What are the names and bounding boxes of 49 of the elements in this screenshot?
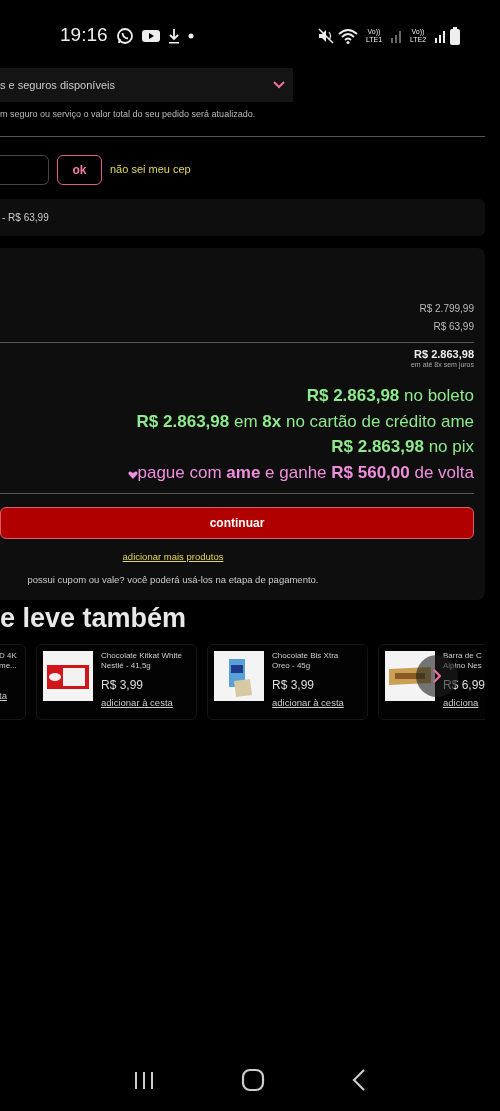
status-time: 19:16: [60, 23, 108, 48]
home-icon: [241, 1068, 265, 1092]
chevron-down-icon: [273, 81, 285, 89]
product-name: Barra de C Alpino Nes: [443, 650, 483, 671]
product-name: Chocolate Bis Xtra Oreo - 45g: [272, 650, 340, 671]
product-price: R$ 6,99: [443, 676, 485, 694]
info-note: m seguro ou serviço o valor total do seu pedido será atualizado.: [0, 108, 257, 121]
subtotal-value: R$ 2.799,99: [419, 301, 474, 316]
total-value: R$ 2.863,98: [414, 347, 474, 360]
add-to-cart-link[interactable]: adicionar à cesta: [101, 695, 182, 710]
add-more-link[interactable]: adicionar mais produtos: [122, 551, 224, 562]
shipping-option[interactable]: - R$ 63,99: [0, 198, 485, 236]
dot-icon: [187, 32, 194, 39]
product-card[interactable]: Chocolate Bis Xtra Oreo - 45g R$ 3,99 adicionar à cesta: [207, 643, 368, 720]
youtube-icon: [141, 28, 160, 43]
payment-offer: R$ 2.863,98 em 8x no cartão de crédito ame: [136, 410, 474, 433]
add-to-cart-link[interactable]: adicionar à cesta: [272, 695, 344, 710]
heart-icon: [127, 471, 138, 479]
cep-help-link[interactable]: não sei meu cep: [110, 161, 191, 178]
wifi-icon: [338, 27, 358, 44]
services-dropdown[interactable]: s e seguros disponíveis: [0, 68, 293, 102]
product-name: Chocolate Kitkat White Nestlé - 41,5g: [101, 650, 182, 671]
payment-offer: R$ 2.863,98 no boleto: [306, 385, 474, 407]
chevron-right-icon: [433, 668, 441, 683]
coupon-note: possui cupom ou vale? você poderá usá-los na etapa de pagamento.: [26, 573, 320, 588]
section-heading: e leve também: [0, 601, 188, 634]
payment-offer: R$ 2.863,98 no pix: [331, 436, 474, 458]
cep-input-field[interactable]: [0, 154, 49, 185]
product-card[interactable]: Barra de C Alpino Nes R$ 6,99 adiciona: [378, 643, 485, 720]
add-to-cart-link[interactable]: adiciona: [443, 695, 485, 710]
freight-value: R$ 63,99: [433, 319, 474, 334]
signal-icon: [434, 28, 446, 43]
product-price: R$ 3,99: [272, 676, 316, 694]
back-icon: [352, 1069, 367, 1091]
cashback-offer: pague com ame e ganhe R$ 560,00 de volta: [137, 461, 474, 484]
ok-button[interactable]: ok: [57, 154, 102, 185]
product-card[interactable]: Chocolate Kitkat White Nestlé - 41,5g R$ 3,99 adicionar à cesta: [36, 643, 197, 720]
battery-icon: [450, 26, 460, 45]
shipping-price: - R$ 63,99: [2, 210, 49, 225]
add-to-cart-link[interactable]: ta: [0, 688, 17, 703]
product-price: R$ 3,99: [101, 676, 145, 694]
recent-apps-icon: [133, 1070, 154, 1090]
whatsapp-icon: [115, 26, 134, 45]
product-card[interactable]: D 4K me... ta: [0, 643, 26, 720]
signal-icon: [390, 28, 402, 43]
product-name: D 4K me...: [0, 650, 17, 671]
download-icon: [167, 27, 180, 44]
mute-icon: [318, 27, 334, 44]
continue-button[interactable]: continuar: [0, 507, 474, 539]
